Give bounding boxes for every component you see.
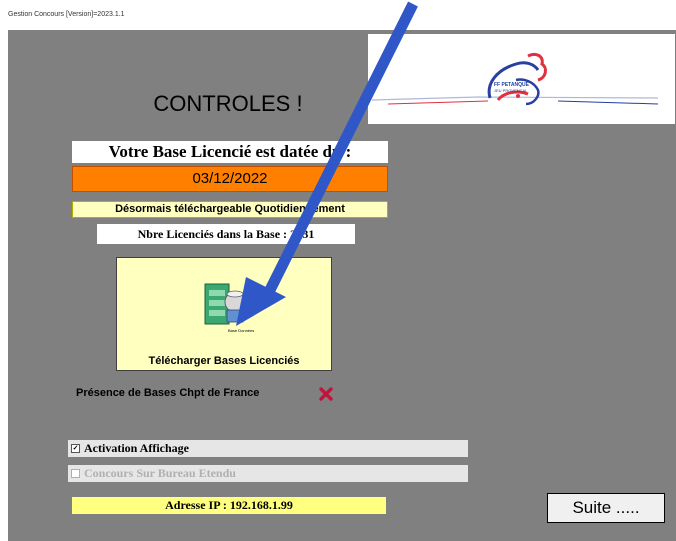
download-button-label: Télécharger Bases Licenciés xyxy=(148,355,300,367)
ip-address: Adresse IP : 192.168.1.99 xyxy=(72,497,386,514)
extended-desktop-checkbox-box[interactable] xyxy=(71,469,80,478)
page-title: CONTROLES ! xyxy=(153,91,303,116)
database-icon: Base Données xyxy=(201,280,255,336)
extended-desktop-label: Concours Sur Bureau Etendu xyxy=(84,466,236,480)
licensee-count: Nbre Licenciés dans la Base : 2 /31 xyxy=(97,224,355,244)
activation-checkbox-box[interactable]: ✓ xyxy=(71,444,80,453)
database-icon-caption: Base Données xyxy=(228,328,254,333)
federation-logo: FF PETANQUE JEU PROVENCAL xyxy=(368,34,675,124)
activation-label: Activation Affichage xyxy=(84,441,189,455)
logo-text-line2: JEU PROVENCAL xyxy=(494,88,528,93)
download-note: Désormais téléchargeable Quotidiennement xyxy=(72,201,388,218)
next-button[interactable]: Suite ..... xyxy=(547,493,665,523)
base-date-title: Votre Base Licencié est datée du : xyxy=(72,141,388,163)
base-date-value: 03/12/2022 xyxy=(72,166,388,192)
championship-bases-label: Présence de Bases Chpt de France xyxy=(76,387,260,399)
window-title: Gestion Concours [Version]=2023.1.1 xyxy=(8,11,125,18)
extended-desktop-checkbox[interactable]: Concours Sur Bureau Etendu xyxy=(68,465,468,482)
window-titlebar: Gestion Concours [Version]=2023.1.1 xyxy=(0,0,676,30)
activation-display-checkbox[interactable]: ✓ Activation Affichage xyxy=(68,440,468,457)
download-licensees-button[interactable]: Base Données Télécharger Bases Licenciés xyxy=(116,257,332,371)
cross-icon xyxy=(318,386,334,402)
